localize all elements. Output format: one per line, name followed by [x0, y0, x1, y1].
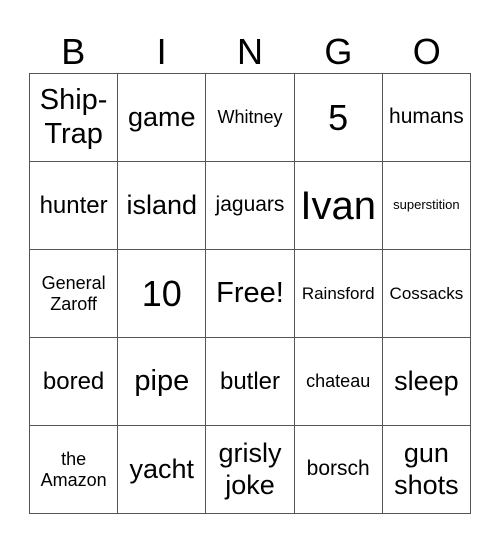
- bingo-cell[interactable]: yacht: [118, 426, 207, 514]
- bingo-cell[interactable]: borsch: [294, 426, 383, 514]
- bingo-cell[interactable]: bored: [30, 338, 119, 426]
- bingo-cell[interactable]: Whitney: [206, 74, 295, 162]
- header-letter-o: O: [412, 31, 441, 72]
- bingo-cell[interactable]: island: [118, 162, 207, 250]
- bingo-cell[interactable]: sleep: [382, 338, 471, 426]
- bingo-cell[interactable]: gun shots: [382, 426, 471, 514]
- bingo-cell[interactable]: superstition: [382, 162, 471, 250]
- header-letter-i: I: [156, 31, 167, 72]
- header-letter-n: N: [236, 31, 263, 72]
- bingo-cell[interactable]: General Zaroff: [30, 250, 119, 338]
- bingo-cell[interactable]: Rainsford: [294, 250, 383, 338]
- bingo-cell[interactable]: 10: [118, 250, 207, 338]
- free-space-cell[interactable]: Free!: [206, 250, 295, 338]
- bingo-cell[interactable]: game: [118, 74, 207, 162]
- bingo-cell[interactable]: grisly joke: [206, 426, 295, 514]
- bingo-cell[interactable]: pipe: [118, 338, 207, 426]
- header-letter-g: G: [324, 31, 353, 72]
- bingo-grid: Ship-Trap game Whitney 5 humans hunter i…: [29, 73, 471, 514]
- bingo-cell[interactable]: Ship-Trap: [30, 74, 119, 162]
- bingo-cell[interactable]: butler: [206, 338, 295, 426]
- bingo-cell[interactable]: Ivan: [294, 162, 383, 250]
- bingo-cell[interactable]: Cossacks: [382, 250, 471, 338]
- bingo-cell[interactable]: hunter: [30, 162, 119, 250]
- bingo-cell[interactable]: humans: [382, 74, 471, 162]
- bingo-cell[interactable]: jaguars: [206, 162, 295, 250]
- bingo-cell[interactable]: chateau: [294, 338, 383, 426]
- bingo-cell[interactable]: 5: [294, 74, 383, 162]
- header-letter-b: B: [61, 31, 86, 72]
- bingo-header: B I N G O: [29, 30, 471, 73]
- bingo-cell[interactable]: the Amazon: [30, 426, 119, 514]
